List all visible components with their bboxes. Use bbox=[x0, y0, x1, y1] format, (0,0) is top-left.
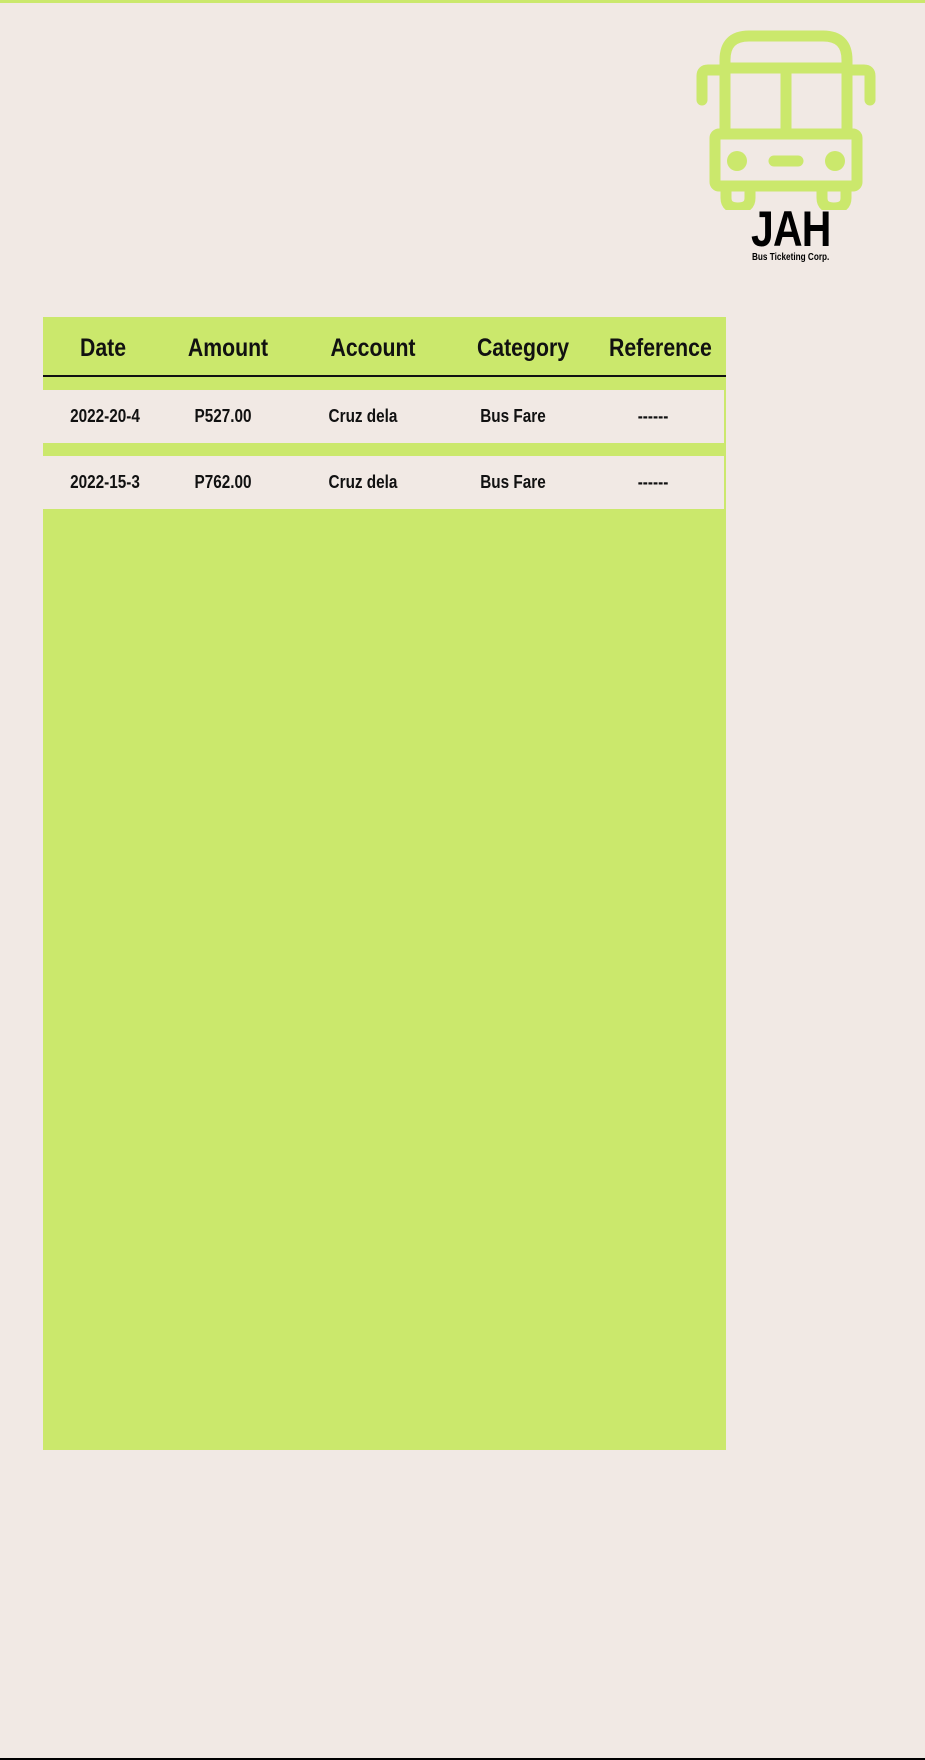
brand-tagline: Bus Ticketing Corp. bbox=[752, 252, 830, 263]
header-reference: Reference bbox=[609, 334, 712, 362]
bus-icon bbox=[696, 30, 876, 210]
table-row[interactable]: 2022-20-4 P527.00 Cruz dela Bus Fare ---… bbox=[43, 390, 724, 443]
cell-category: Bus Fare bbox=[480, 406, 546, 426]
cell-amount: P527.00 bbox=[194, 406, 252, 426]
cell-amount: P762.00 bbox=[194, 472, 252, 492]
cell-reference: ------ bbox=[637, 472, 669, 492]
transactions-table: Date Amount Account Category Reference 2… bbox=[43, 317, 726, 1450]
table-header: Date Amount Account Category Reference bbox=[43, 317, 726, 377]
header-category: Category bbox=[476, 334, 570, 362]
cell-account: Cruz dela bbox=[328, 472, 398, 492]
table-row[interactable]: 2022-15-3 P762.00 Cruz dela Bus Fare ---… bbox=[43, 456, 724, 509]
cell-date: 2022-15-3 bbox=[70, 472, 140, 492]
header-account: Account bbox=[330, 334, 416, 362]
top-accent-bar bbox=[0, 0, 925, 3]
header-date: Date bbox=[79, 334, 127, 362]
header-amount: Amount bbox=[187, 334, 269, 362]
cell-category: Bus Fare bbox=[480, 472, 546, 492]
brand-name: JAH bbox=[751, 201, 831, 257]
cell-account: Cruz dela bbox=[328, 406, 398, 426]
cell-reference: ------ bbox=[637, 406, 669, 426]
brand-logo: JAH Bus Ticketing Corp. bbox=[696, 30, 876, 270]
cell-date: 2022-20-4 bbox=[70, 406, 140, 426]
